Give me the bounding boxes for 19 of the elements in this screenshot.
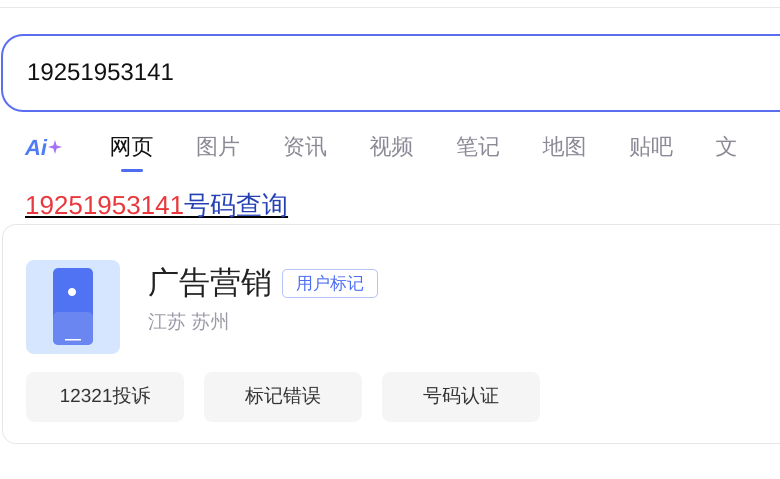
search-tab[interactable]: 图片 [196,132,240,174]
search-tab[interactable]: 贴吧 [628,132,673,174]
search-tab[interactable]: 笔记 [456,132,500,174]
action-button[interactable]: 号码认证 [382,372,540,422]
search-tab[interactable]: 地图 [542,132,586,174]
action-button[interactable]: 标记错误 [204,372,362,422]
search-tab[interactable]: 文 [715,132,738,174]
result-title-link[interactable]: 19251953141号码查询 [25,190,288,220]
ai-logo[interactable]: Ai [25,130,47,164]
search-tab[interactable]: 资讯 [282,132,327,174]
search-field[interactable]: 19251953141 [1,34,780,112]
phone-icon [26,260,120,354]
tag-label: 广告营销 [148,264,272,302]
sparkle-icon [48,140,62,154]
search-tab[interactable]: 网页 [110,132,154,174]
search-tab[interactable]: 视频 [369,132,414,174]
user-mark-tag: 用户标记 [282,268,378,298]
action-button[interactable]: 12321投诉 [26,372,184,422]
location-text: 江苏 苏州 [148,310,230,334]
